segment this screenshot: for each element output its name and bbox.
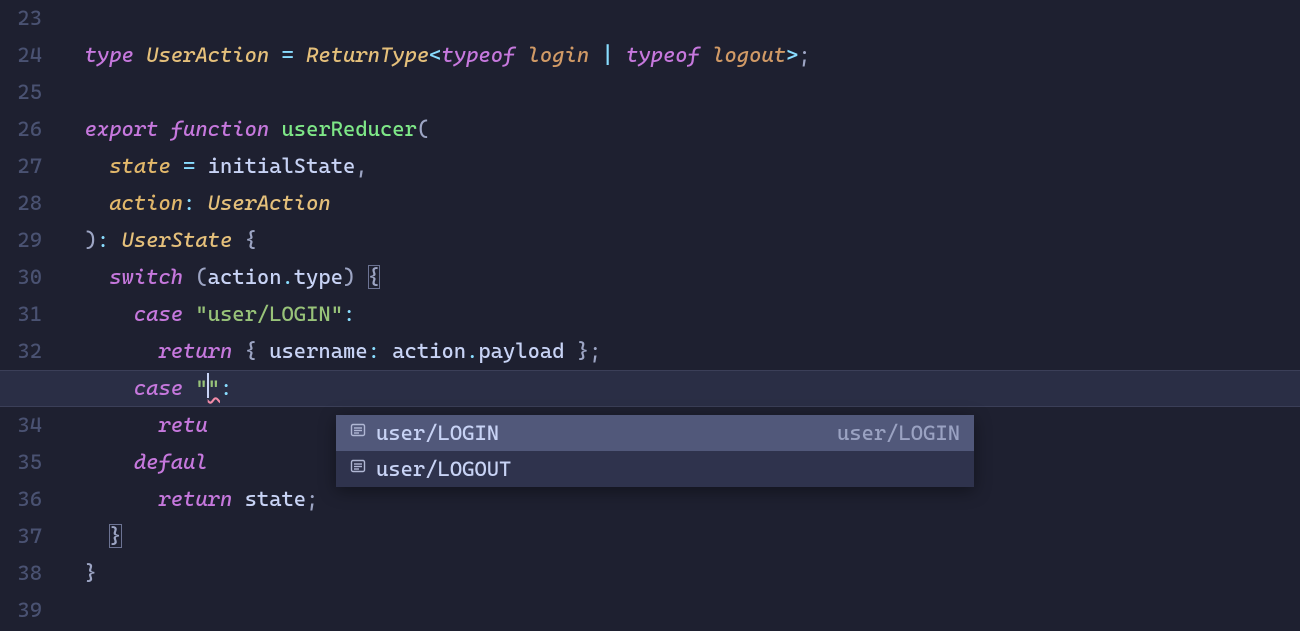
brace-close: } <box>109 524 121 548</box>
keyword-type: type <box>85 43 134 67</box>
autocomplete-popup[interactable]: user/LOGIN user/LOGIN user/LOGOUT <box>336 415 974 487</box>
enum-member-icon <box>346 419 370 447</box>
parameter: state <box>109 154 171 178</box>
keyword-return: return <box>158 487 232 511</box>
line-number: 37 <box>0 518 42 555</box>
keyword-typeof: typeof <box>441 43 515 67</box>
code-line[interactable] <box>60 74 1300 111</box>
autocomplete-item[interactable]: user/LOGOUT <box>336 451 974 487</box>
property: payload <box>478 339 564 363</box>
autocomplete-detail: user/LOGIN <box>837 415 960 452</box>
function-name: userReducer <box>282 117 417 141</box>
type-name: UserAction <box>208 191 331 215</box>
line-number-gutter: 23 24 25 26 27 28 29 30 31 32 33 34 35 3… <box>0 0 60 631</box>
code-line[interactable]: type UserAction = ReturnType<typeof logi… <box>60 37 1300 74</box>
code-line[interactable] <box>60 592 1300 629</box>
keyword-case: case <box>134 302 183 326</box>
line-number: 34 <box>0 407 42 444</box>
code-line[interactable]: return { username: action.payload }; <box>60 333 1300 370</box>
autocomplete-label: user/LOGIN <box>376 415 817 452</box>
keyword-function: function <box>171 117 269 141</box>
line-number: 26 <box>0 111 42 148</box>
autocomplete-label: user/LOGOUT <box>376 451 940 488</box>
line-number: 25 <box>0 74 42 111</box>
identifier: logout <box>712 43 786 67</box>
keyword-default-partial: defaul <box>134 450 208 474</box>
keyword-typeof: typeof <box>626 43 700 67</box>
keyword-export: export <box>85 117 159 141</box>
line-number: 28 <box>0 185 42 222</box>
property: username <box>269 339 367 363</box>
code-line[interactable]: } <box>60 518 1300 555</box>
line-number: 31 <box>0 296 42 333</box>
code-line-active[interactable]: case "": <box>60 370 1300 407</box>
brace-open: { <box>368 265 380 289</box>
type-name: UserState <box>122 228 233 252</box>
code-line[interactable]: state = initialState, <box>60 148 1300 185</box>
parameter: action <box>109 191 183 215</box>
line-number: 23 <box>0 0 42 37</box>
identifier: action <box>392 339 466 363</box>
keyword-return: return <box>158 339 232 363</box>
code-area[interactable]: type UserAction = ReturnType<typeof logi… <box>60 0 1300 631</box>
autocomplete-item[interactable]: user/LOGIN user/LOGIN <box>336 415 974 451</box>
code-line[interactable] <box>60 0 1300 37</box>
identifier: action <box>208 265 282 289</box>
line-number: 30 <box>0 259 42 296</box>
code-line[interactable]: case "user/LOGIN": <box>60 296 1300 333</box>
line-number: 32 <box>0 333 42 370</box>
identifier: initialState <box>208 154 356 178</box>
identifier: state <box>245 487 307 511</box>
keyword-case: case <box>134 376 183 400</box>
error-squiggle: " <box>208 376 220 400</box>
keyword-return-partial: retu <box>158 413 207 437</box>
code-line[interactable]: switch (action.type) { <box>60 259 1300 296</box>
line-number: 24 <box>0 37 42 74</box>
line-number: 36 <box>0 481 42 518</box>
property: type <box>294 265 343 289</box>
code-line[interactable]: } <box>60 555 1300 592</box>
type-name: ReturnType <box>306 43 429 67</box>
brace-close: } <box>85 561 97 585</box>
identifier: login <box>528 43 590 67</box>
enum-member-icon <box>346 455 370 483</box>
code-line[interactable]: action: UserAction <box>60 185 1300 222</box>
line-number: 27 <box>0 148 42 185</box>
code-line[interactable]: ): UserState { <box>60 222 1300 259</box>
line-number: 35 <box>0 444 42 481</box>
line-number: 29 <box>0 222 42 259</box>
line-number: 38 <box>0 555 42 592</box>
line-number: 39 <box>0 592 42 629</box>
code-line[interactable]: export function userReducer( <box>60 111 1300 148</box>
string-literal: user/LOGIN <box>208 302 331 326</box>
type-name: UserAction <box>146 43 269 67</box>
code-editor[interactable]: 23 24 25 26 27 28 29 30 31 32 33 34 35 3… <box>0 0 1300 631</box>
keyword-switch: switch <box>109 265 183 289</box>
